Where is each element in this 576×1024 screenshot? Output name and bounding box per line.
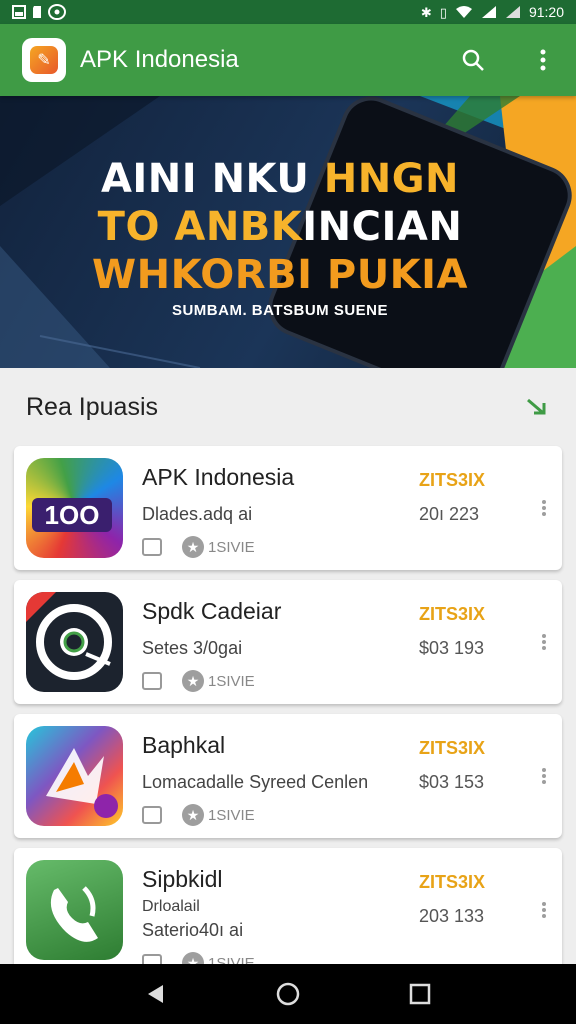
- app-rating: ★ 1SIVIE: [182, 670, 255, 692]
- app-description: Lomacadalle Syreed Cenlen: [142, 772, 369, 792]
- promo-banner[interactable]: AINI NKU HNGN TO ANBKINCIAN WHKORBI PUKI…: [0, 96, 576, 368]
- image-icon: [12, 5, 26, 19]
- app-tag: ZITS3IX: [419, 604, 486, 624]
- app-logo: ✎: [22, 38, 66, 82]
- app-name: APK Indonesia: [142, 464, 295, 490]
- app-meta: ★ 1SIVIE: [142, 804, 255, 826]
- overflow-menu-icon: [542, 902, 546, 918]
- section-header: Rea Ipuasis: [0, 368, 576, 446]
- apk-logo-icon: ✎: [30, 46, 58, 74]
- app-meta: ★ 1SIVIE: [142, 670, 255, 692]
- rating-text: 1SIVIE: [208, 538, 255, 556]
- app-card[interactable]: Spdk Cadeiar Setes 3/0gai ZITS3IX $03 19…: [14, 580, 562, 704]
- back-icon: [148, 985, 163, 1003]
- nav-recents-button[interactable]: [400, 974, 440, 1014]
- system-nav-bar: [0, 964, 576, 1024]
- overflow-menu-icon: [542, 768, 546, 784]
- app-price: 20ı 223: [419, 504, 480, 524]
- whatsapp-icon: [48, 4, 66, 20]
- wifi-icon: [455, 6, 472, 18]
- bird-icon: [46, 748, 118, 818]
- star-icon: ★: [182, 804, 204, 826]
- overflow-menu-icon: [542, 500, 546, 516]
- star-icon: ★: [182, 670, 204, 692]
- rating-text: 1SIVIE: [208, 672, 255, 690]
- vibrate-icon: ▯: [439, 4, 447, 20]
- app-card[interactable]: 1OO APK Indonesia Dlades.adq ai ZITS3IX …: [14, 446, 562, 570]
- app-card[interactable]: Baphkal Lomacadalle Syreed Cenlen ZITS3I…: [14, 714, 562, 838]
- bluetooth-icon: ✱: [420, 4, 432, 20]
- app-card[interactable]: Sipbkidl Drloalail Saterio40ı ai ZITS3IX…: [14, 848, 562, 974]
- app-tag: ZITS3IX: [419, 470, 486, 490]
- signal-icon: [481, 6, 496, 18]
- app-bar: ✎ APK Indonesia: [0, 24, 576, 96]
- phone-icon: [50, 886, 98, 942]
- nav-home-button[interactable]: [268, 974, 308, 1014]
- app-bar-actions: [458, 45, 558, 75]
- category-icon: [142, 538, 162, 556]
- card-overflow-button[interactable]: [536, 496, 552, 520]
- target-icon: [26, 592, 112, 680]
- card-overflow-button[interactable]: [536, 898, 552, 922]
- app-name: Spdk Cadeiar: [142, 598, 282, 624]
- banner-headline-2b: INCIAN: [302, 204, 463, 250]
- app-description: Setes 3/0gai: [142, 638, 243, 658]
- app-name: Sipbkidl: [142, 866, 223, 892]
- card-overflow-button[interactable]: [536, 764, 552, 788]
- banner-headline-1: AINI NKU HNGN: [0, 156, 560, 202]
- app-price: $03 153: [419, 772, 485, 792]
- banner-headline-2: TO ANBKINCIAN: [0, 204, 560, 250]
- section-more-button[interactable]: [522, 392, 552, 422]
- overflow-menu-button[interactable]: [528, 45, 558, 75]
- app-price: $03 193: [419, 638, 485, 658]
- card-overflow-button[interactable]: [536, 630, 552, 654]
- banner-headline-2a: TO ANBK: [97, 204, 303, 250]
- app-icon: 1OO: [26, 458, 123, 558]
- status-left-icons: [12, 4, 66, 20]
- nav-back-button[interactable]: [136, 974, 176, 1014]
- recents-icon: [409, 983, 431, 1005]
- app-icon: [26, 726, 123, 826]
- status-time: 91:20: [528, 4, 564, 20]
- status-bar: ✱ ▯ 91:20: [0, 0, 576, 24]
- app-rating: ★ 1SIVIE: [182, 536, 255, 558]
- app-icon-label: 1OO: [32, 498, 112, 532]
- status-right-icons: ✱ ▯ 91:20: [421, 4, 564, 20]
- search-button[interactable]: [458, 45, 488, 75]
- category-icon: [142, 672, 162, 690]
- overflow-menu-icon: [542, 634, 546, 650]
- app-tag: ZITS3IX: [419, 872, 486, 892]
- banner-subtitle: SUMBAM. BATSBUM SUENE: [171, 302, 389, 319]
- app-name: Baphkal: [142, 732, 226, 758]
- home-icon: [276, 982, 300, 1006]
- sd-card-icon: [33, 6, 41, 18]
- banner-headline-3: WHKORBI PUKIA: [91, 252, 469, 298]
- app-description: Drloalail: [142, 898, 200, 915]
- overflow-menu-icon: [540, 49, 546, 71]
- app-price: 203 133: [419, 906, 485, 926]
- search-icon: [462, 49, 484, 71]
- banner-headline-1a: AINI NKU: [100, 156, 324, 202]
- app-icon: [26, 860, 123, 960]
- rating-text: 1SIVIE: [208, 806, 255, 824]
- signal-icon: [505, 6, 520, 18]
- arrow-down-right-icon: [527, 398, 546, 415]
- app-rating: ★ 1SIVIE: [182, 804, 255, 826]
- banner-headline-1b: HNGN: [323, 156, 460, 202]
- app-icon: [26, 592, 123, 692]
- app-description-secondary: Saterio40ı ai: [142, 920, 244, 940]
- star-icon: ★: [182, 536, 204, 558]
- app-title: APK Indonesia: [80, 46, 239, 73]
- category-icon: [142, 806, 162, 824]
- app-meta: ★ 1SIVIE: [142, 536, 255, 558]
- section-title: Rea Ipuasis: [26, 392, 159, 421]
- app-description: Dlades.adq ai: [142, 504, 253, 524]
- app-tag: ZITS3IX: [419, 738, 486, 758]
